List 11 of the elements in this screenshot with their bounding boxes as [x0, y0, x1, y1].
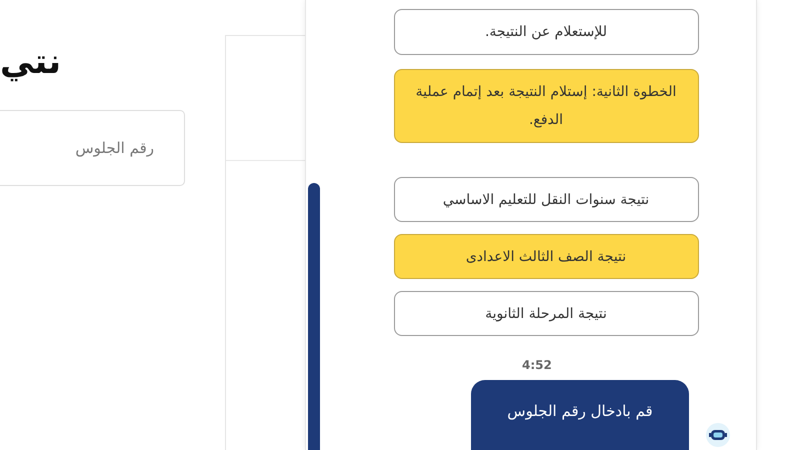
option-button[interactable]: نتيجة الصف الثالث الاعدادى: [394, 234, 698, 279]
bot-message: الخطوة الثانية: إستلام النتيجة بعد إتمام عملية الدفع.: [394, 69, 698, 143]
seat-number-field[interactable]: رقم الجلوس: [0, 110, 185, 186]
scrollbar-thumb[interactable]: [308, 183, 320, 450]
option-button[interactable]: نتيجة المرحلة الثانوية: [394, 291, 698, 336]
bot-message: للإستعلام عن النتيجة.: [394, 9, 698, 55]
message-time: 4:52: [522, 358, 552, 372]
user-message: قم بادخال رقم الجلوس: [471, 380, 689, 450]
page-heading: نتي: [0, 41, 62, 84]
option-button[interactable]: نتيجة سنوات النقل للتعليم الاساسي: [394, 177, 698, 222]
robot-icon: [705, 422, 731, 448]
